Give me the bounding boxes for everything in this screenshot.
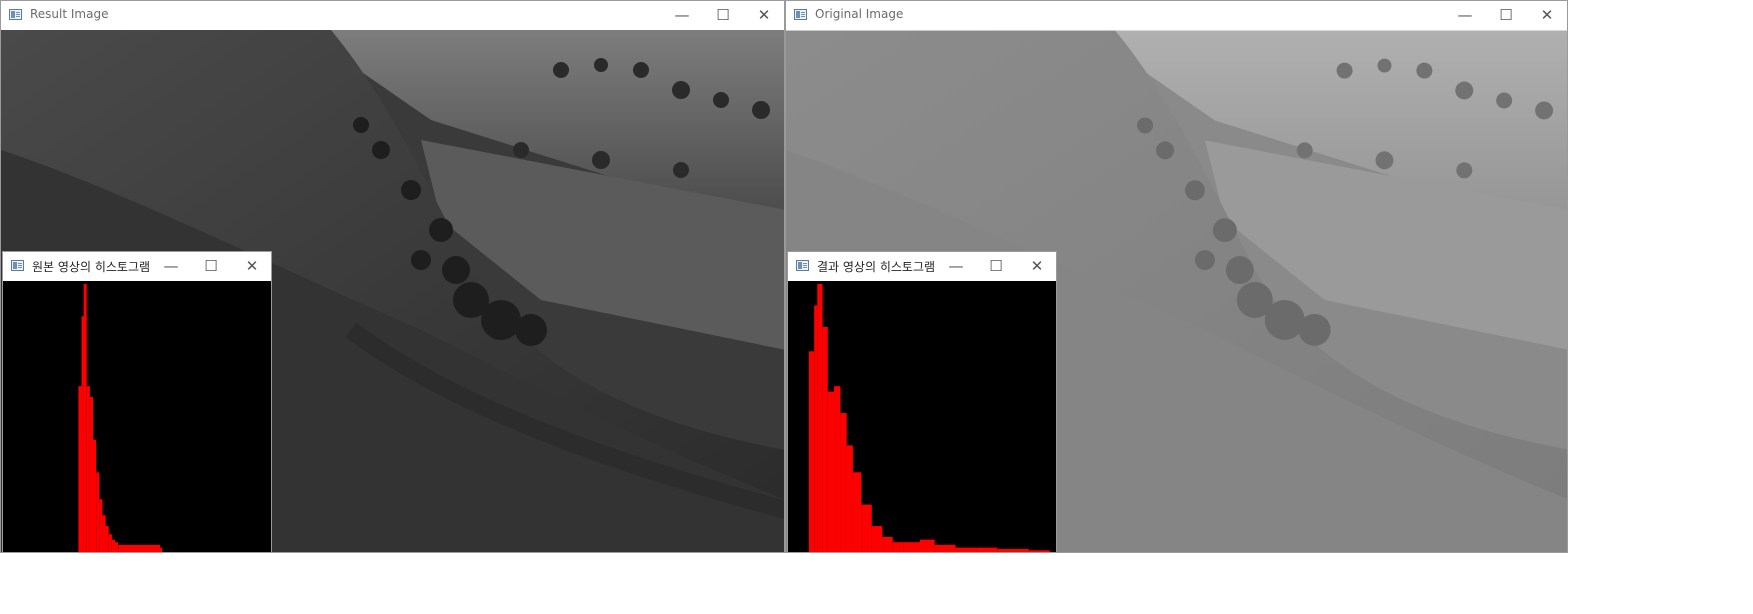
histogram-bar [118,544,161,552]
histogram-bar [955,547,977,552]
window-icon [794,9,807,20]
histogram-bar [1028,550,1050,552]
histogram-bar [817,284,823,552]
histogram-bar [108,534,112,552]
maximize-button[interactable]: ☐ [188,252,234,281]
window-icon [11,260,24,271]
histogram-canvas [3,281,271,552]
original-histogram-window[interactable]: 원본 영상의 히스토그램 — ☐ ✕ [2,251,272,553]
result-window-titlebar[interactable]: Result Image — ☐ ✕ [1,1,784,30]
maximize-button[interactable]: ☐ [1483,1,1529,30]
close-button[interactable]: ✕ [1014,252,1056,281]
window-icon [9,9,22,20]
histogram-bar [822,327,828,552]
minimize-button[interactable]: — [1442,1,1488,30]
result-histogram-chart [808,284,1052,552]
histogram-bar [919,539,935,552]
histogram-bar [903,542,920,552]
window-icon [796,260,809,271]
histogram-bar [976,547,998,552]
original-histogram-chart [78,284,163,552]
histogram-bar [892,542,904,552]
histogram-bar [808,351,815,552]
histogram-bar [99,499,103,552]
histogram-bar [105,526,109,552]
maximize-button[interactable]: ☐ [700,1,746,30]
histogram-window-titlebar[interactable]: 결과 영상의 히스토그램 — ☐ ✕ [788,252,1056,281]
histogram-bar [852,472,862,552]
histogram-bar [827,391,835,552]
window-title: Result Image [30,7,109,21]
histogram-bar [882,536,893,552]
histogram-bar [871,526,883,552]
close-button[interactable]: ✕ [229,252,271,281]
histogram-bar [111,539,115,552]
histogram-bar [81,316,84,552]
result-histogram-window[interactable]: 결과 영상의 히스토그램 — ☐ ✕ [787,251,1057,553]
histogram-bar [861,504,872,552]
histogram-bar [934,544,956,552]
histogram-bar [115,542,119,552]
histogram-bar [93,440,97,552]
maximize-button[interactable]: ☐ [973,252,1019,281]
histogram-bar [834,386,841,552]
histogram-bar [160,547,163,552]
histogram-bar [840,413,847,552]
window-title: 결과 영상의 히스토그램 [817,260,936,274]
histogram-bar [814,305,818,552]
close-button[interactable]: ✕ [741,1,784,30]
histogram-bar [997,549,1029,552]
close-button[interactable]: ✕ [1524,1,1567,30]
histogram-bar [86,386,90,552]
histogram-bar [96,472,100,552]
histogram-window-titlebar[interactable]: 원본 영상의 히스토그램 — ☐ ✕ [3,252,271,281]
window-title: Original Image [815,7,904,21]
original-window-titlebar[interactable]: Original Image — ☐ ✕ [786,1,1567,30]
histogram-bar [846,445,853,552]
histogram-bar [102,515,106,552]
minimize-button[interactable]: — [659,1,705,30]
histogram-bar [83,284,87,552]
histogram-bar [78,386,82,552]
histogram-bar [89,397,93,552]
histogram-canvas [788,281,1056,552]
window-title: 원본 영상의 히스토그램 [32,260,151,274]
